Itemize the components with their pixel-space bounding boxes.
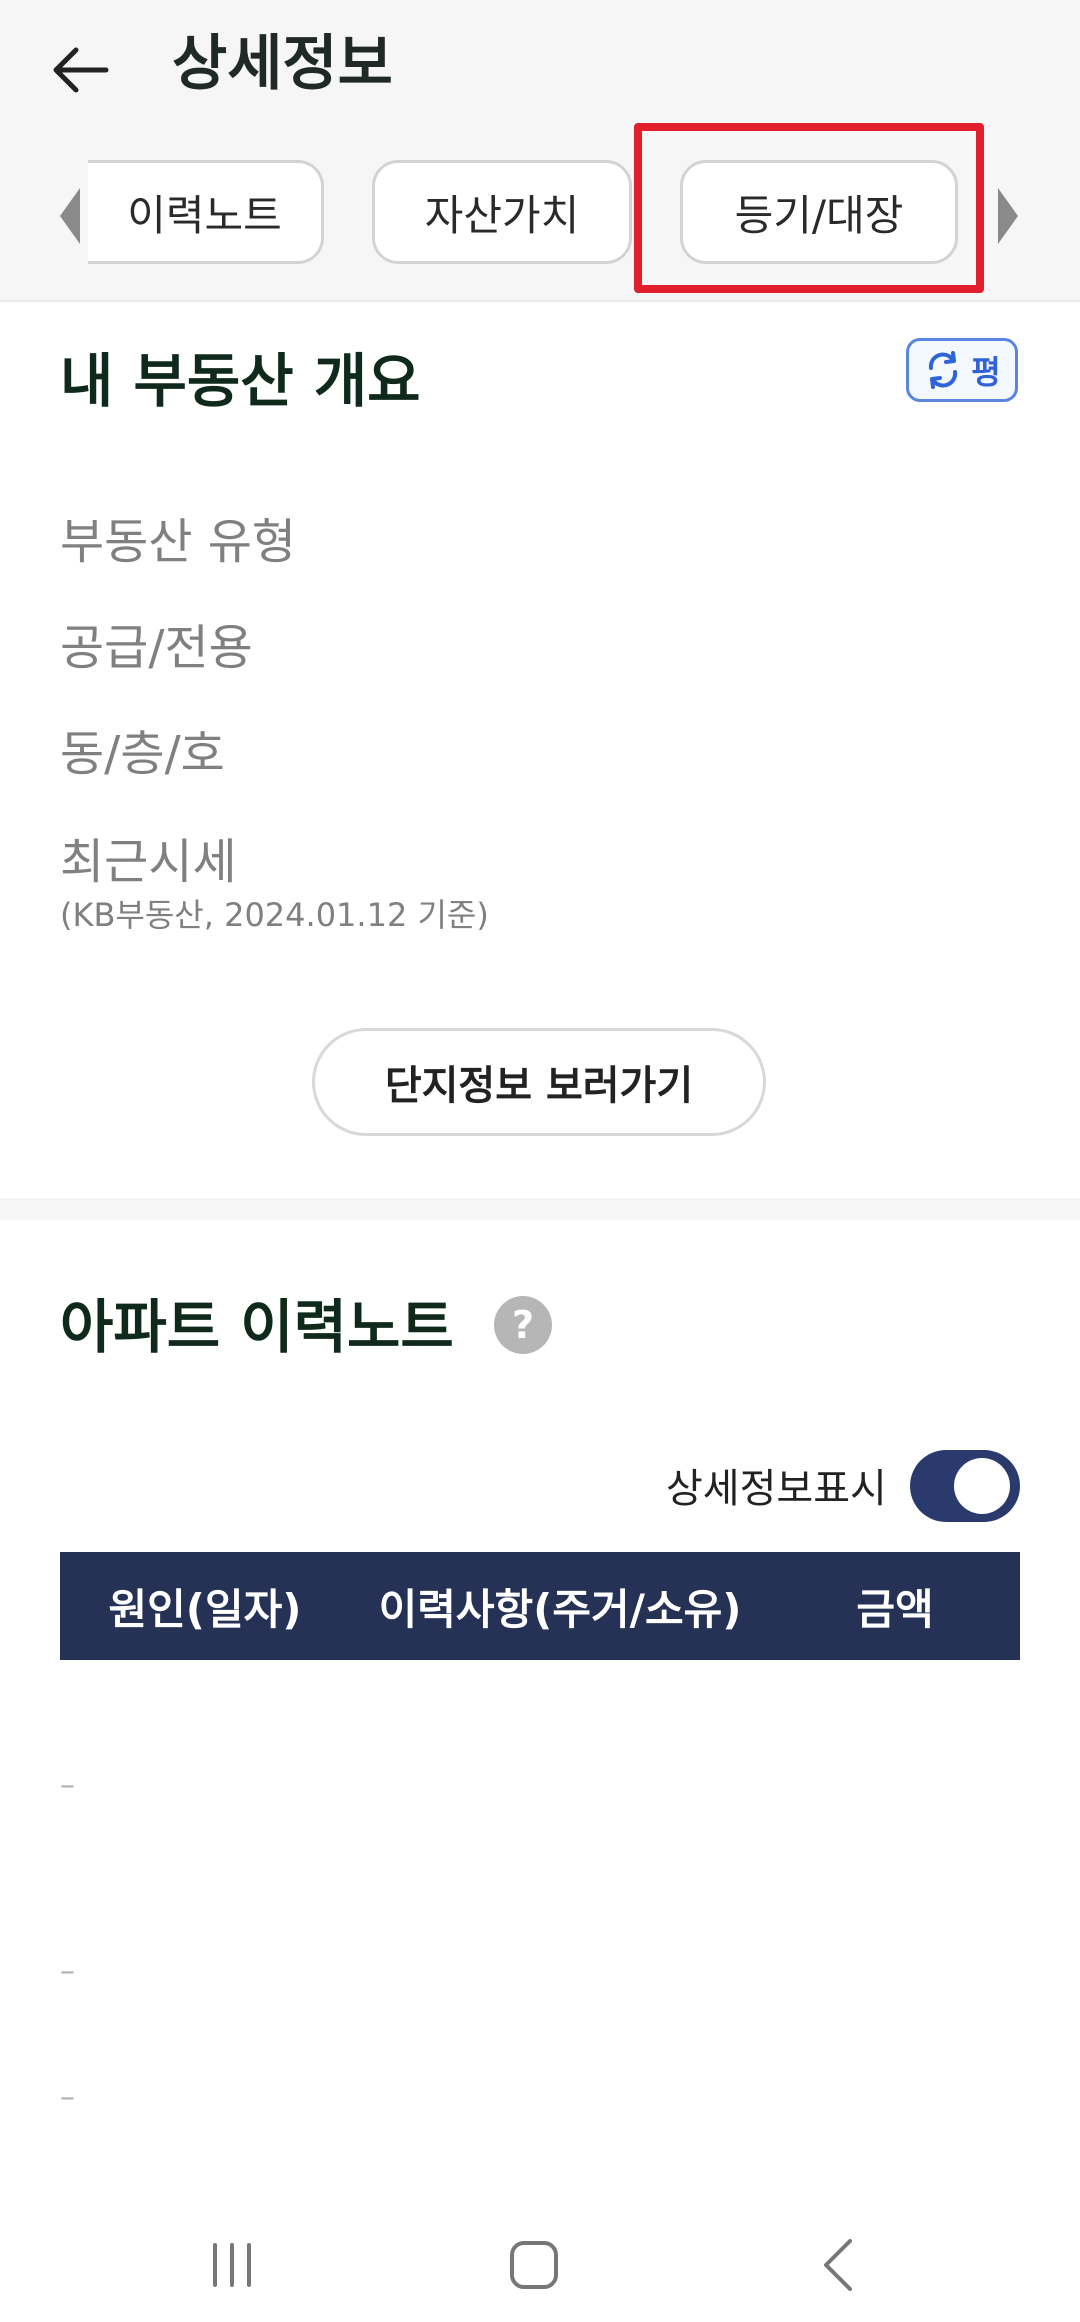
column-header-amount: 금액: [856, 1584, 934, 1634]
recent-price-source: (KB부동산, 2024.01.12 기준): [60, 896, 489, 934]
history-section: 아파트 이력노트 ? 상세정보표시 원인(일자) 이력사항(주거/소유) 금액 …: [0, 1220, 1080, 2220]
chevron-left-icon: [824, 2239, 852, 2291]
row-label-unit: 동/층/호: [60, 726, 225, 782]
unit-toggle-button[interactable]: 평: [906, 338, 1018, 402]
detail-toggle[interactable]: [910, 1450, 1020, 1522]
tab-scroll-right-icon[interactable]: [996, 186, 1020, 246]
history-title: 아파트 이력노트: [60, 1293, 454, 1361]
section-divider: [0, 1198, 1080, 1220]
arrow-left-icon: [53, 47, 109, 93]
table-row: –: [60, 1954, 75, 1989]
system-back-button[interactable]: [778, 2220, 898, 2310]
column-header-cause: 원인(일자): [108, 1584, 302, 1634]
column-header-history: 이력사항(주거/소유): [378, 1584, 742, 1634]
refresh-icon: [929, 351, 958, 389]
highlight-box: [634, 123, 984, 293]
table-row: –: [60, 1768, 75, 1803]
row-label-area: 공급/전용: [60, 620, 253, 676]
table-header: 원인(일자) 이력사항(주거/소유) 금액: [60, 1552, 1020, 1660]
toggle-knob: [954, 1458, 1010, 1514]
tab-history-note[interactable]: 이력노트: [88, 160, 324, 264]
complex-info-button[interactable]: 단지정보 보러가기: [312, 1028, 766, 1136]
home-icon: [510, 2241, 558, 2289]
tab-scroll-left-icon[interactable]: [58, 186, 82, 246]
overview-section: 내 부동산 개요 평 부동산 유형 공급/전용 동/층/호 최근시세 (KB부동…: [0, 302, 1080, 1198]
overview-title: 내 부동산 개요: [60, 347, 421, 415]
home-button[interactable]: [474, 2220, 594, 2310]
system-nav-bar: [0, 2200, 1080, 2322]
row-label-property-type: 부동산 유형: [60, 514, 297, 570]
detail-toggle-label: 상세정보표시: [666, 1466, 887, 1512]
tab-asset-value[interactable]: 자산가치: [372, 160, 632, 264]
unit-toggle-label: 평: [971, 353, 1001, 391]
table-row: –: [60, 2080, 75, 2115]
recent-apps-button[interactable]: [172, 2220, 292, 2310]
back-button[interactable]: [40, 30, 120, 110]
recent-apps-icon: [213, 2243, 251, 2287]
question-icon[interactable]: ?: [494, 1296, 552, 1354]
app-header: 상세정보 이력노트 자산가치 등기/대장: [0, 0, 1080, 302]
row-label-recent-price: 최근시세: [60, 834, 237, 890]
page-title: 상세정보: [172, 29, 393, 99]
